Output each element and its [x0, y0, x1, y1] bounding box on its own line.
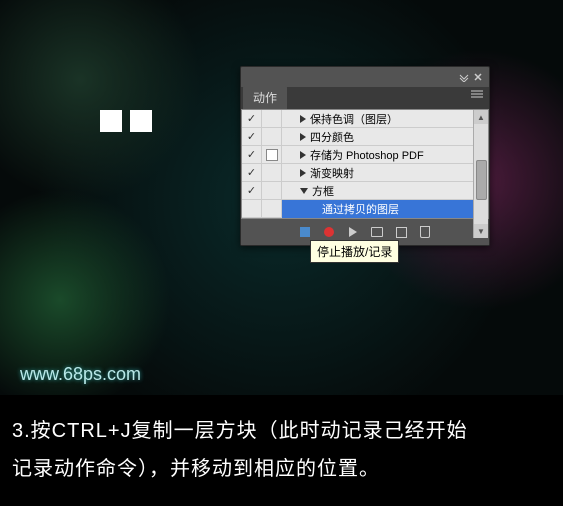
check-col[interactable]: ✓	[242, 110, 262, 128]
panel-titlebar[interactable]	[241, 67, 489, 87]
dialog-toggle-icon	[266, 149, 278, 161]
scrollbar[interactable]: ▲ ▼	[473, 110, 488, 238]
check-col[interactable]: ✓	[242, 128, 262, 146]
play-icon	[349, 227, 357, 237]
white-squares	[100, 110, 152, 132]
action-list: ✓ 保持色调（图层） ✓ 四分颜色 ✓ 存储为 Photoshop PDF ✓ …	[241, 109, 489, 219]
checkmark-icon: ✓	[247, 112, 256, 125]
watermark: www.68ps.com	[20, 364, 141, 385]
mode-col[interactable]	[262, 182, 282, 200]
checkmark-icon: ✓	[247, 148, 256, 161]
scroll-thumb[interactable]	[476, 160, 487, 200]
panel-menu-icon[interactable]	[465, 83, 489, 109]
collapse-icon[interactable]	[459, 72, 469, 82]
new-set-button[interactable]	[368, 223, 386, 241]
triangle-right-icon	[300, 115, 306, 123]
instruction-line2: 记录动作命令），并移动到相应的位置。	[12, 458, 380, 480]
triangle-right-icon	[300, 133, 306, 141]
record-icon	[324, 227, 334, 237]
square-2	[130, 110, 152, 132]
instruction-line1: 3.按CTRL+J复制一层方块（此时动记录己经开始	[12, 420, 468, 442]
check-col[interactable]	[242, 200, 262, 218]
list-item[interactable]: ✓ 渐变映射	[242, 164, 488, 182]
list-item[interactable]: 通过拷贝的图层	[242, 200, 488, 218]
play-button[interactable]	[344, 223, 362, 241]
checkmark-icon: ✓	[247, 166, 256, 179]
list-item[interactable]: ✓ 保持色调（图层）	[242, 110, 488, 128]
check-col[interactable]: ✓	[242, 146, 262, 164]
checkmark-icon: ✓	[247, 130, 256, 143]
tab-actions[interactable]: 动作	[243, 86, 287, 109]
actions-panel: 动作 ✓ 保持色调（图层） ✓ 四分颜色 ✓ 存储为 Photoshop PDF…	[240, 66, 490, 246]
mode-col[interactable]	[262, 200, 282, 218]
list-item[interactable]: ✓ 四分颜色	[242, 128, 488, 146]
new-icon	[396, 227, 407, 238]
scroll-down-icon[interactable]: ▼	[474, 224, 488, 238]
list-item[interactable]: ✓ 方框	[242, 182, 488, 200]
mode-col[interactable]	[262, 110, 282, 128]
mode-col[interactable]	[262, 146, 282, 164]
triangle-right-icon	[300, 169, 306, 177]
triangle-down-icon	[300, 188, 308, 194]
panel-tabs: 动作	[241, 87, 489, 109]
tooltip: 停止播放/记录	[310, 240, 399, 263]
item-label: 通过拷贝的图层	[322, 201, 399, 217]
item-label: 存储为 Photoshop PDF	[310, 147, 424, 163]
new-action-button[interactable]	[392, 223, 410, 241]
check-col[interactable]: ✓	[242, 164, 262, 182]
trash-icon	[420, 226, 430, 238]
mode-col[interactable]	[262, 164, 282, 182]
stop-icon	[300, 227, 310, 237]
item-label: 方框	[312, 183, 334, 199]
record-button[interactable]	[320, 223, 338, 241]
canvas-background: 动作 ✓ 保持色调（图层） ✓ 四分颜色 ✓ 存储为 Photoshop PDF…	[0, 0, 563, 395]
mode-col[interactable]	[262, 128, 282, 146]
item-label: 渐变映射	[310, 165, 354, 181]
delete-button[interactable]	[416, 223, 434, 241]
list-item[interactable]: ✓ 存储为 Photoshop PDF	[242, 146, 488, 164]
checkmark-icon: ✓	[247, 184, 256, 197]
stop-button[interactable]	[296, 223, 314, 241]
close-icon[interactable]	[473, 72, 483, 82]
item-label: 四分颜色	[310, 129, 354, 145]
check-col[interactable]: ✓	[242, 182, 262, 200]
triangle-right-icon	[300, 151, 306, 159]
instruction-text: 3.按CTRL+J复制一层方块（此时动记录己经开始 记录动作命令），并移动到相应…	[12, 412, 551, 488]
scroll-up-icon[interactable]: ▲	[474, 110, 488, 124]
item-label: 保持色调（图层）	[310, 111, 398, 127]
folder-icon	[371, 227, 383, 237]
square-1	[100, 110, 122, 132]
